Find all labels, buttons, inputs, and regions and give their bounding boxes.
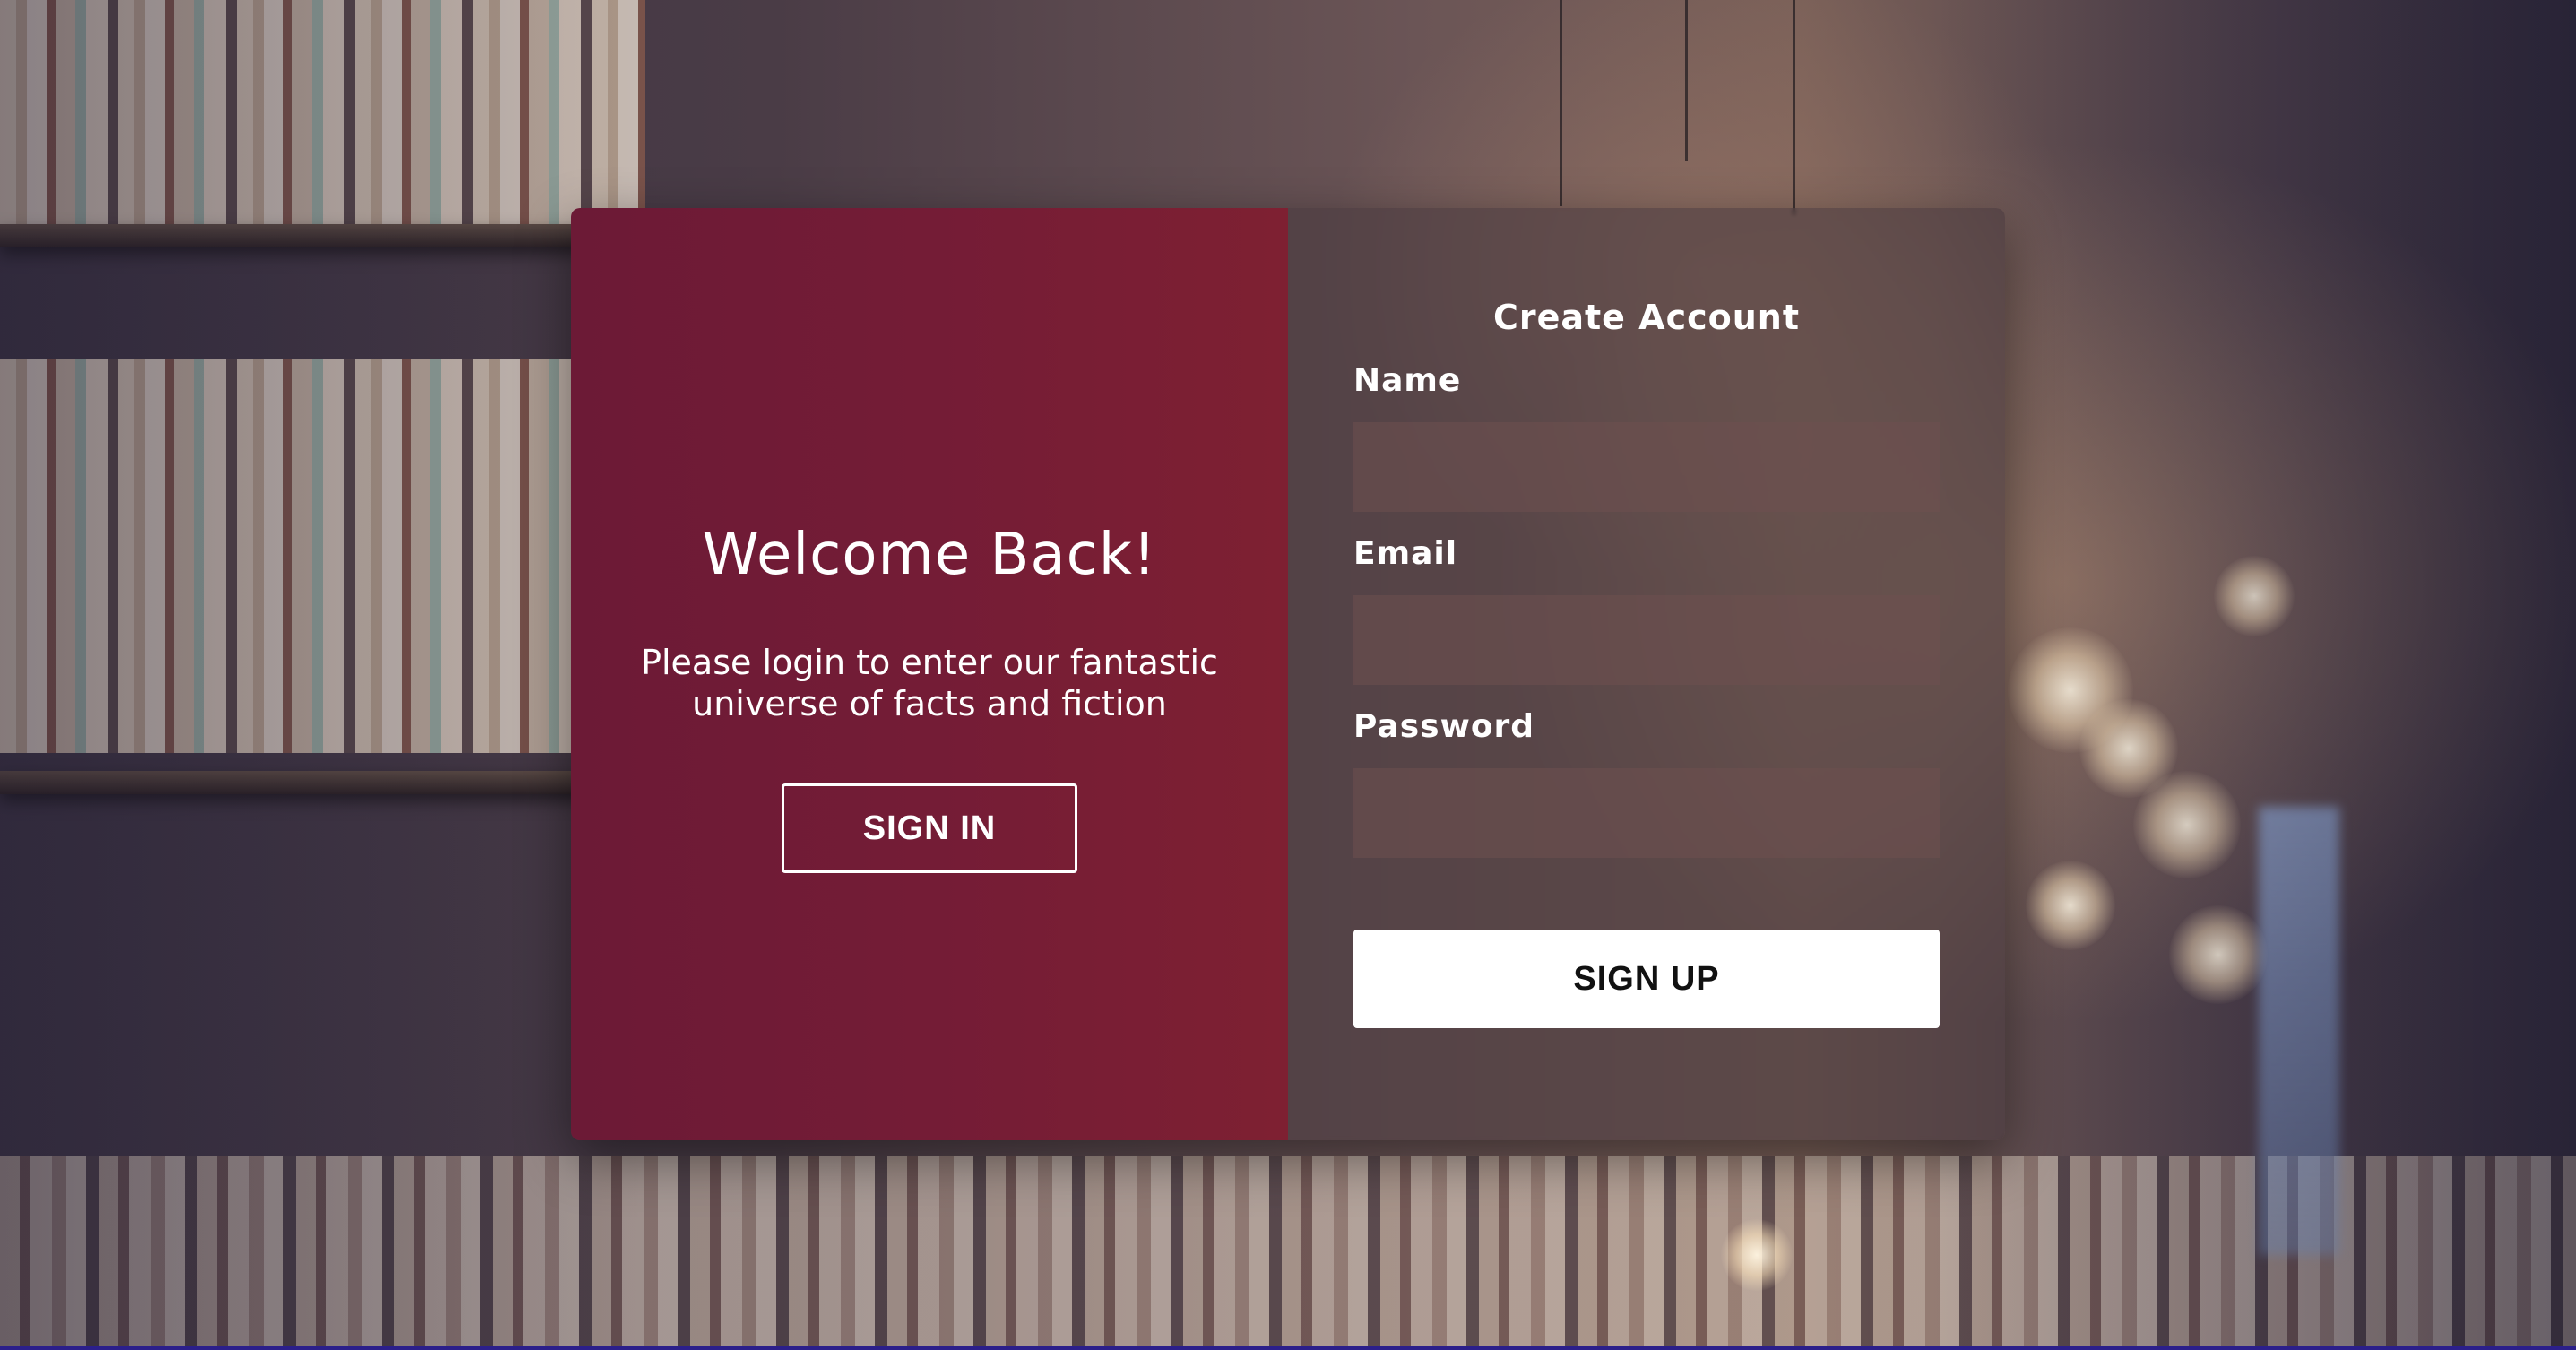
password-label: Password <box>1353 708 1535 745</box>
welcome-text: Please login to enter our fantastic univ… <box>641 643 1218 723</box>
auth-card: Welcome Back! Please login to enter our … <box>571 208 2005 1140</box>
form-title: Create Account <box>1492 298 1801 337</box>
welcome-panel: Welcome Back! Please login to enter our … <box>571 208 1288 1140</box>
name-input[interactable] <box>1353 422 1940 512</box>
name-label: Name <box>1353 362 1462 399</box>
password-input[interactable] <box>1353 768 1940 858</box>
bottom-edge-strip <box>0 1346 2576 1350</box>
sign-in-button[interactable]: SIGN IN <box>782 783 1077 873</box>
create-account-panel: Create Account Name Email Password SIGN … <box>1288 208 2005 1140</box>
email-input[interactable] <box>1353 595 1940 685</box>
sign-up-button[interactable]: SIGN UP <box>1353 930 1940 1028</box>
email-label: Email <box>1353 535 1458 572</box>
welcome-title: Welcome Back! <box>702 522 1157 588</box>
